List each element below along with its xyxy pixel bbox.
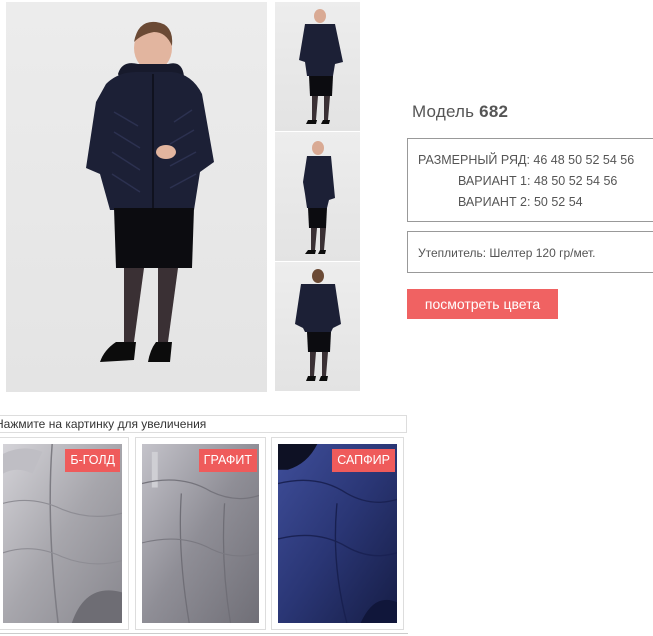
divider <box>0 633 408 634</box>
size-variant-2-line: ВАРИАНТ 2: 50 52 54 <box>458 195 583 209</box>
size-range-box: РАЗМЕРНЫЙ РЯД: 46 48 50 52 54 56 ВАРИАНТ… <box>407 138 653 222</box>
swatch-label: Б-ГОЛД <box>65 449 120 472</box>
size-variant-1-line: ВАРИАНТ 1: 48 50 52 54 56 <box>458 174 618 188</box>
model-number: 682 <box>479 102 509 121</box>
color-swatch-card[interactable]: САПФИР <box>271 437 404 630</box>
model-figure-front <box>86 21 214 362</box>
zoom-hint: Нажмите на картинку для увеличения <box>0 415 407 433</box>
model-figure-thumb-front <box>299 9 343 124</box>
model-title: Модель 682 <box>412 102 508 122</box>
view-colors-button[interactable]: посмотреть цвета <box>407 289 558 319</box>
size-range-line: РАЗМЕРНЫЙ РЯД: 46 48 50 52 54 56 <box>418 153 635 167</box>
color-swatch-card[interactable]: Б-ГОЛД <box>0 437 129 630</box>
color-swatch-card[interactable]: ГРАФИТ <box>135 437 266 630</box>
model-title-prefix: Модель <box>412 102 475 121</box>
thumbnail-side[interactable] <box>275 132 360 261</box>
thumbnail-back[interactable] <box>275 262 360 391</box>
insulation-text: Утеплитель: Шелтер 120 гр/мет. <box>418 246 596 260</box>
model-figure-thumb-back <box>295 269 341 381</box>
thumbnail-front[interactable] <box>275 2 360 131</box>
main-product-photo[interactable] <box>6 2 267 392</box>
model-figure-thumb-side <box>303 141 335 254</box>
swatch-label: ГРАФИТ <box>198 449 257 472</box>
swatch-label: САПФИР <box>332 449 395 472</box>
insulation-box: Утеплитель: Шелтер 120 гр/мет. <box>407 231 653 273</box>
